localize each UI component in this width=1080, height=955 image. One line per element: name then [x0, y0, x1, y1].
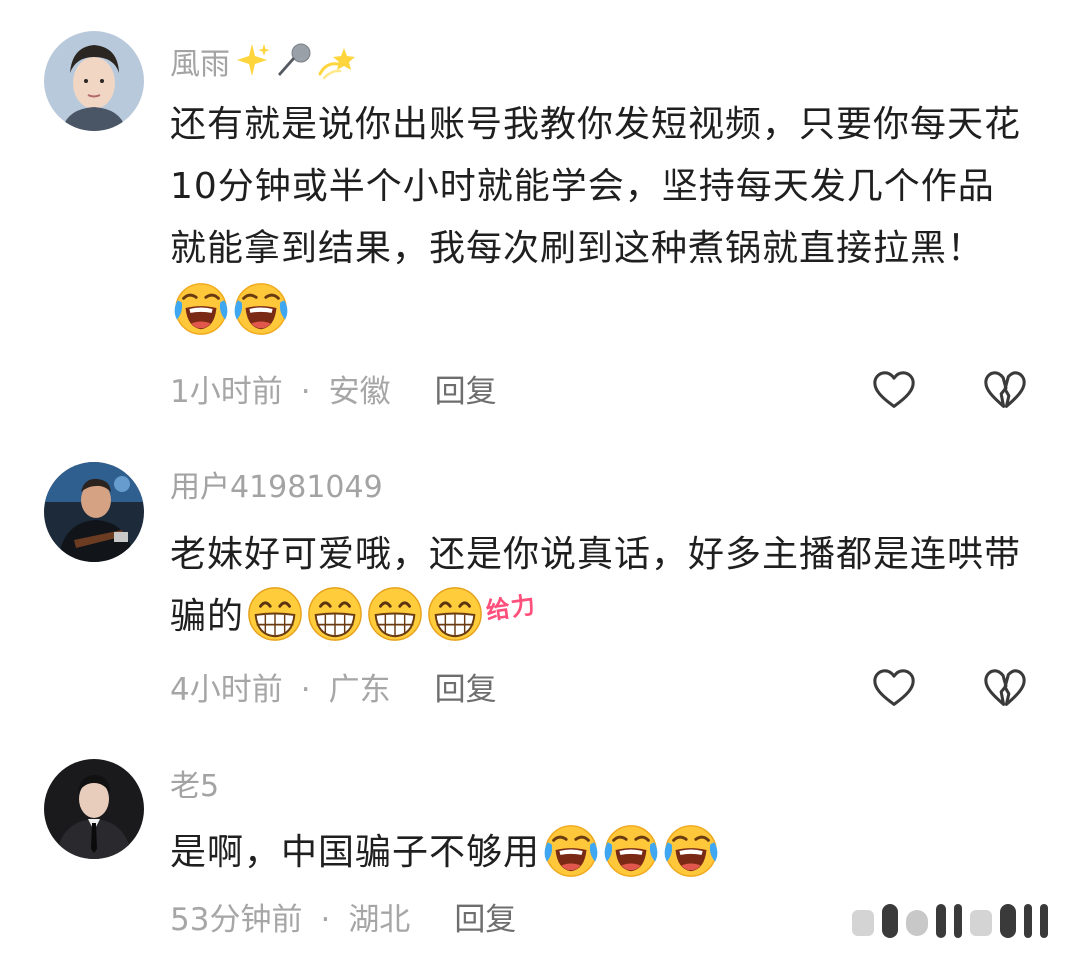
- comment-meta: 4小时前 · 广东 回复: [170, 670, 497, 710]
- grin-emoji: [306, 585, 364, 643]
- comment-meta: 1小时前 · 安徽 回复: [170, 372, 497, 412]
- reply-button[interactable]: 回复: [435, 672, 497, 708]
- comment-time: 1小时前: [170, 374, 283, 410]
- laugh-cry-emoji: [542, 821, 600, 879]
- username[interactable]: 老5: [170, 767, 219, 807]
- microphone-icon: [274, 40, 314, 91]
- comment-time: 4小时前: [170, 672, 283, 708]
- broken-heart-outline-icon[interactable]: [982, 368, 1028, 414]
- laugh-cry-emoji: [172, 279, 230, 337]
- grin-emoji: [426, 585, 484, 643]
- dizzy-star-icon: [316, 40, 358, 91]
- username[interactable]: 用户41981049: [170, 468, 383, 508]
- avatar[interactable]: [44, 462, 144, 562]
- comment-location: 安徽: [328, 374, 391, 410]
- avatar[interactable]: [44, 759, 144, 859]
- comment-location: 湖北: [348, 902, 411, 938]
- laugh-cry-emoji: [602, 821, 660, 879]
- reply-button[interactable]: 回复: [454, 902, 516, 938]
- grin-emoji: [366, 585, 424, 643]
- separator-dot: ·: [300, 672, 311, 708]
- comment-time: 53分钟前: [170, 902, 303, 938]
- grin-emoji: [246, 585, 304, 643]
- username-text: 老5: [170, 769, 220, 804]
- comment-text-content: 是啊，中国骗子不够用: [170, 832, 541, 873]
- comment-text: 老妹好可爱哦，还是你说真话，好多主播都是连哄带骗的 给力: [170, 524, 1030, 648]
- username-text: 風雨: [170, 47, 230, 82]
- separator-dot: ·: [300, 374, 311, 410]
- separator-dot: ·: [320, 902, 331, 938]
- username[interactable]: 風雨: [170, 40, 358, 91]
- watermark-overlay: [852, 902, 1062, 940]
- comment-meta: 53分钟前 · 湖北 回复: [170, 900, 516, 940]
- heart-outline-icon[interactable]: [871, 666, 917, 712]
- laugh-cry-emoji: [232, 279, 290, 337]
- broken-heart-outline-icon[interactable]: [982, 666, 1028, 712]
- geili-sticker: 给力: [484, 590, 538, 626]
- comment-text-content: 还有就是说你出账号我教你发短视频，只要你每天花10分钟或半个小时就能学会，坚持每…: [170, 104, 1022, 269]
- laugh-cry-emoji: [662, 821, 720, 879]
- heart-outline-icon[interactable]: [871, 368, 917, 414]
- comment-location: 广东: [328, 672, 391, 708]
- comment-text: 是啊，中国骗子不够用: [170, 822, 1030, 884]
- reply-button[interactable]: 回复: [435, 374, 497, 410]
- avatar[interactable]: [44, 31, 144, 131]
- sparkles-icon: [232, 40, 272, 91]
- username-text: 用户41981049: [170, 470, 383, 505]
- comment-text: 还有就是说你出账号我教你发短视频，只要你每天花10分钟或半个小时就能学会，坚持每…: [170, 94, 1030, 342]
